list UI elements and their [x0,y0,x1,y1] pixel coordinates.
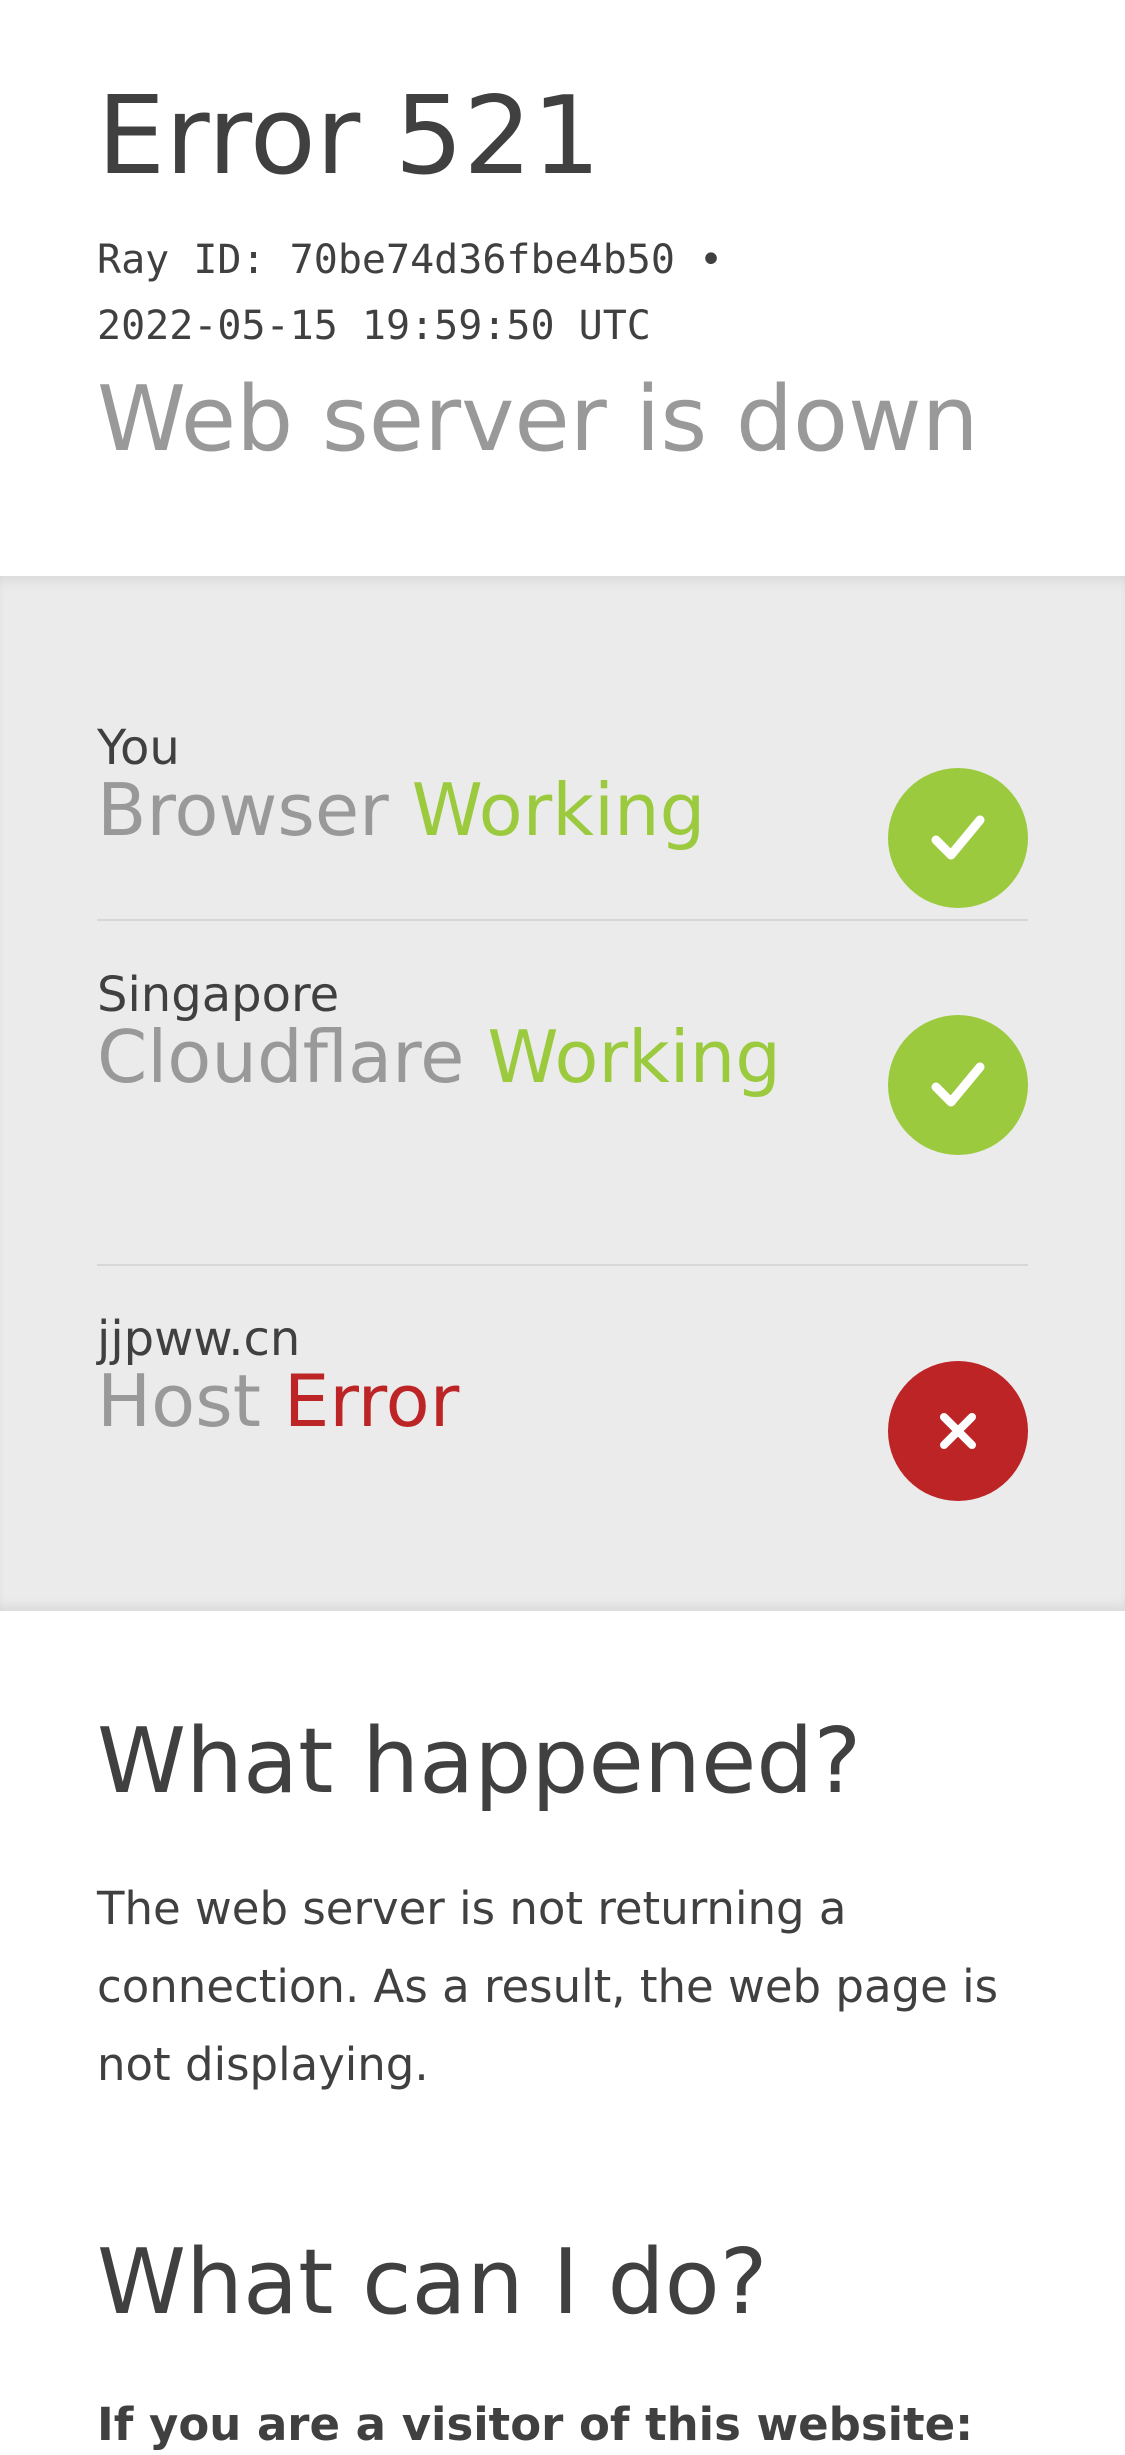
status-name: Browser [97,768,412,852]
status-state: Working [487,1015,782,1099]
visitor-heading: If you are a visitor of this website: [97,2398,974,2451]
what-happened-heading: What happened? [97,1709,862,1814]
status-section: You Browser Working Singapore Cloudflare… [0,576,1125,1611]
status-line: Host Error [97,1359,459,1443]
status-line: Cloudflare Working [97,1015,781,1099]
error-header: Error 521 Ray ID: 70be74d36fbe4b50 • 202… [0,0,1125,576]
status-name: Host [97,1359,284,1443]
status-host: jjpww.cn Host Error [97,1266,1028,1611]
cross-icon [888,1361,1028,1501]
status-cloudflare: Singapore Cloudflare Working [97,921,1028,1266]
ray-id: Ray ID: 70be74d36fbe4b50 • [97,237,724,283]
status-state: Error [283,1359,460,1443]
check-icon [888,1015,1028,1155]
error-title: Error 521 [97,74,601,199]
what-happened-text: The web server is not returning a connec… [97,1882,999,2091]
status-state: Working [411,768,706,852]
status-name: Cloudflare [97,1015,488,1099]
error-subtitle: Web server is down [97,367,979,472]
status-line: Browser Working [97,768,705,852]
timestamp: 2022-05-15 19:59:50 UTC [97,303,651,349]
what-can-i-do-heading: What can I do? [97,2230,768,2335]
check-icon [888,768,1028,908]
